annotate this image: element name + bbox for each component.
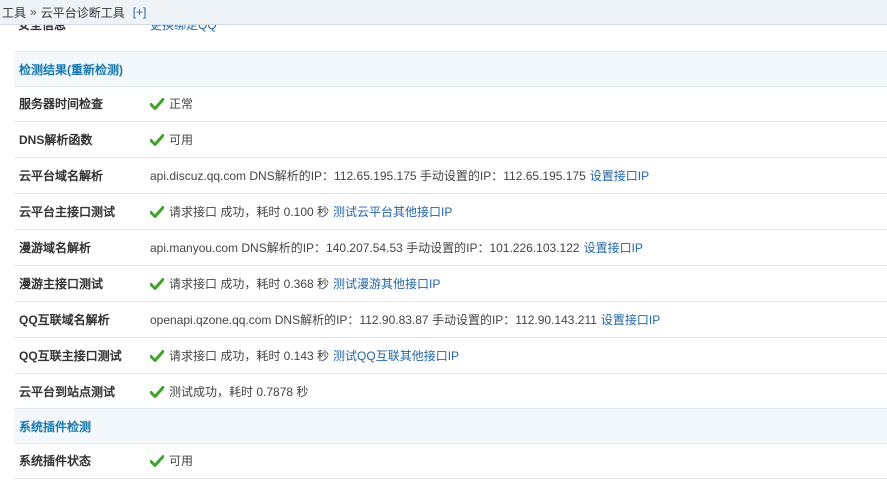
section-plugin-check: 系统插件检测 [14, 408, 887, 444]
check-icon [150, 349, 164, 362]
row-qq-domain: QQ互联域名解析 openapi.qzone.qq.com DNS解析的IP：1… [14, 302, 887, 338]
set-api-ip-link[interactable]: 设置接口IP [601, 311, 660, 328]
row-server-time: 服务器时间检查 正常 [14, 86, 887, 122]
section-title: 系统插件检测 [19, 419, 92, 434]
row-value: api.manyou.com DNS解析的IP：140.207.54.53 手动… [150, 241, 580, 255]
row-label: 系统插件状态 [19, 454, 92, 468]
row-cloud-domain: 云平台域名解析 api.discuz.qq.com DNS解析的IP：112.6… [14, 158, 887, 194]
row-value: 请求接口 成功，耗时 0.100 秒 [169, 205, 330, 219]
check-icon [150, 277, 164, 290]
clipped-row-security: 安全信息 更换绑定QQ [0, 25, 887, 37]
breadcrumb-tools-link[interactable]: 工具 [0, 4, 26, 21]
row-value: 可用 [169, 133, 194, 147]
add-to-menu-link[interactable]: [+] [133, 5, 147, 19]
redetect-link[interactable]: 检测结果(重新检测) [19, 61, 123, 78]
row-value: 请求接口 成功，耗时 0.368 秒 [169, 277, 330, 291]
test-other-api-link[interactable]: 测试QQ互联其他接口IP [333, 347, 459, 364]
check-icon [150, 205, 164, 218]
section-detect-results: 检测结果(重新检测) [14, 51, 887, 87]
check-icon [150, 385, 164, 398]
row-label: DNS解析函数 [19, 133, 93, 147]
row-qq-api: QQ互联主接口测试 请求接口 成功，耗时 0.143 秒 测试QQ互联其他接口I… [14, 338, 887, 374]
row-label: 云平台到站点测试 [19, 385, 116, 399]
set-api-ip-link[interactable]: 设置接口IP [584, 239, 643, 256]
row-label: 云平台主接口测试 [19, 205, 116, 219]
row-label: 云平台域名解析 [19, 169, 104, 183]
row-value: openapi.qzone.qq.com DNS解析的IP：112.90.83.… [150, 313, 597, 327]
row-manyou-api: 漫游主接口测试 请求接口 成功，耗时 0.368 秒 测试漫游其他接口IP [14, 266, 887, 302]
check-icon [150, 133, 164, 146]
change-qq-link[interactable]: 更换绑定QQ [150, 25, 217, 33]
page-title: 云平台诊断工具 [40, 5, 125, 20]
row-value: 请求接口 成功，耗时 0.143 秒 [169, 349, 330, 363]
row-cloud-api: 云平台主接口测试 请求接口 成功，耗时 0.100 秒 测试云平台其他接口IP [14, 194, 887, 230]
row-value: 可用 [169, 454, 194, 468]
test-other-api-link[interactable]: 测试云平台其他接口IP [333, 203, 452, 220]
row-label: QQ互联域名解析 [19, 313, 110, 327]
breadcrumb-separator: » [30, 5, 37, 19]
check-icon [150, 454, 164, 467]
row-manyou-domain: 漫游域名解析 api.manyou.com DNS解析的IP：140.207.5… [14, 230, 887, 266]
row-dns-function: DNS解析函数 可用 [14, 122, 887, 158]
row-value: 测试成功，耗时 0.7878 秒 [169, 385, 309, 399]
breadcrumb: 工具 » 云平台诊断工具 [+] [0, 0, 887, 25]
row-value: api.discuz.qq.com DNS解析的IP：112.65.195.17… [150, 169, 586, 183]
row-plugin-status: 系统插件状态 可用 [14, 443, 887, 479]
set-api-ip-link[interactable]: 设置接口IP [590, 167, 649, 184]
row-label: 漫游域名解析 [19, 241, 92, 255]
row-value: 正常 [169, 97, 194, 111]
row-label: 服务器时间检查 [19, 97, 104, 111]
row-label: 安全信息 [18, 25, 67, 32]
row-label: 漫游主接口测试 [19, 277, 104, 291]
check-icon [150, 97, 164, 110]
row-cloud-site: 云平台到站点测试 测试成功，耗时 0.7878 秒 [14, 374, 887, 410]
test-other-api-link[interactable]: 测试漫游其他接口IP [333, 275, 440, 292]
row-label: QQ互联主接口测试 [19, 349, 122, 363]
